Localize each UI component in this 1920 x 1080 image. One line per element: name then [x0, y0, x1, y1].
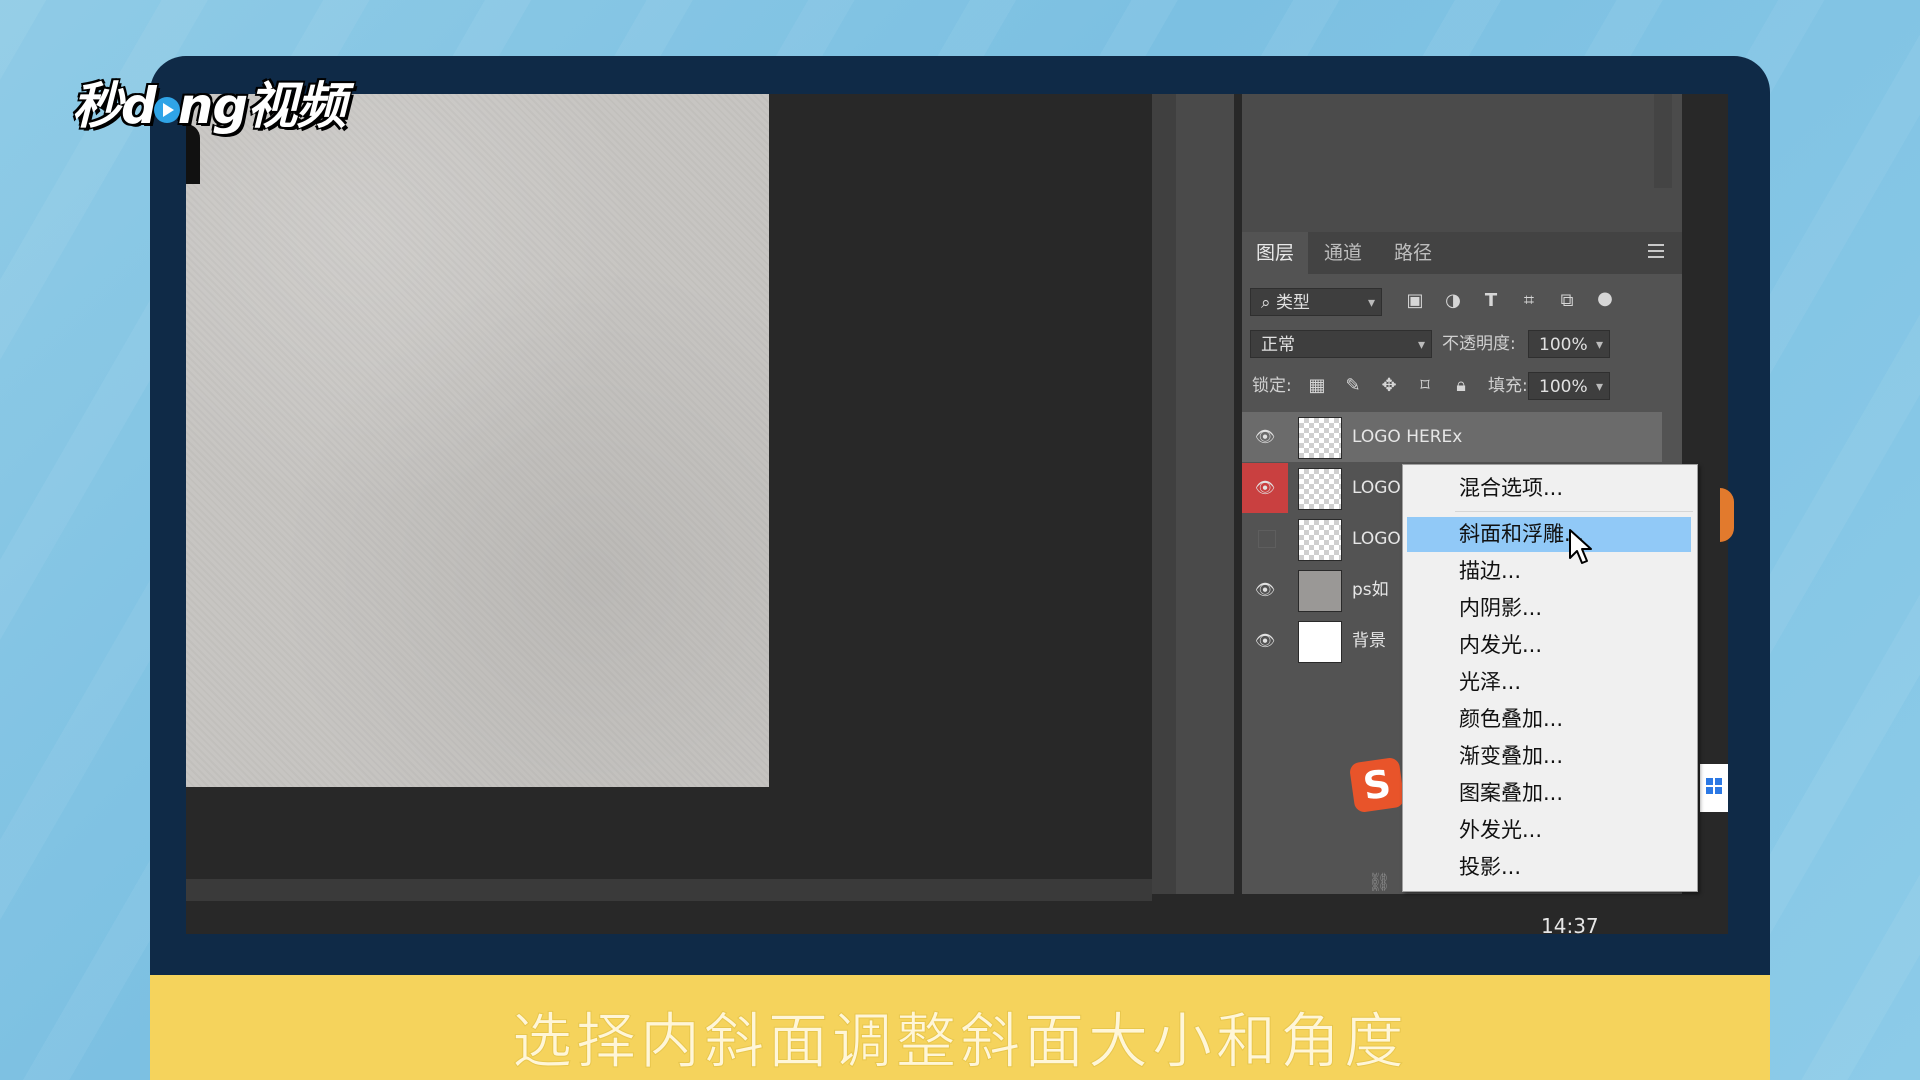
chevron-down-icon: ▾ — [1417, 337, 1425, 353]
adjustment-layer-filter-icon[interactable]: ◑ — [1442, 290, 1464, 312]
document-canvas[interactable] — [186, 94, 769, 787]
search-icon: ⌕ — [1261, 293, 1276, 313]
tab-layers[interactable]: 图层 — [1242, 232, 1308, 274]
upper-panel-scrollbar[interactable] — [1654, 94, 1672, 188]
layer-name: ps如 — [1352, 580, 1389, 600]
tab-paths[interactable]: 路径 — [1380, 232, 1446, 274]
layer-style-context-menu: 混合选项... 斜面和浮雕... 描边... 内阴影... 内发光... 光泽.… — [1402, 464, 1698, 892]
chevron-down-icon: ▾ — [1367, 295, 1375, 311]
tab-channels[interactable]: 通道 — [1310, 232, 1376, 274]
lock-pixels-brush-icon[interactable]: ✎ — [1342, 375, 1364, 397]
blend-mode-value: 正常 — [1261, 335, 1295, 355]
menu-item-inner-glow[interactable]: 内发光... — [1407, 628, 1691, 663]
panel-menu-icon[interactable] — [1648, 244, 1664, 258]
lock-label: 锁定: — [1252, 376, 1292, 396]
menu-item-bevel-emboss[interactable]: 斜面和浮雕... — [1407, 517, 1691, 552]
pixel-layer-filter-icon[interactable]: ▣ — [1404, 290, 1426, 312]
caption-text: 选择内斜面调整斜面大小和角度 — [512, 1007, 1408, 1078]
windows-icon[interactable] — [1700, 764, 1728, 812]
canvas-scrollbar[interactable] — [1152, 94, 1176, 894]
layer-thumbnail — [1298, 417, 1342, 459]
menu-item-stroke[interactable]: 描边... — [1407, 554, 1691, 589]
shape-layer-filter-icon[interactable]: ⌗ — [1518, 290, 1540, 312]
brand-text-post: ng视频 — [177, 77, 346, 135]
link-layers-icon[interactable]: ⛓ — [1368, 872, 1391, 894]
menu-item-outer-glow[interactable]: 外发光... — [1407, 813, 1691, 848]
opacity-value: 100% — [1539, 335, 1588, 355]
lock-artboard-icon[interactable]: ⌑ — [1414, 375, 1436, 397]
smart-object-filter-icon[interactable]: ⧉ — [1556, 290, 1578, 312]
eye-icon[interactable]: 👁︎ — [1252, 579, 1278, 601]
menu-item-satin[interactable]: 光泽... — [1407, 665, 1691, 700]
menu-item-drop-shadow[interactable]: 投影... — [1407, 850, 1691, 885]
opacity-label: 不透明度: — [1442, 334, 1516, 354]
caption-bar: 选择内斜面调整斜面大小和角度 — [150, 975, 1770, 1080]
menu-item-color-overlay[interactable]: 颜色叠加... — [1407, 702, 1691, 737]
fill-field[interactable]: 100% ▾ — [1528, 372, 1610, 400]
brand-text-pre: 秒d — [72, 77, 157, 135]
menu-item-blending-options[interactable]: 混合选项... — [1407, 471, 1691, 506]
layer-thumbnail — [1298, 570, 1342, 612]
lock-all-icon[interactable]: 🔒︎ — [1450, 375, 1472, 397]
eye-icon[interactable]: 👁︎ — [1252, 630, 1278, 652]
menu-item-pattern-overlay[interactable]: 图案叠加... — [1407, 776, 1691, 811]
layer-thumbnail — [1298, 621, 1342, 663]
fill-label: 填充: — [1488, 376, 1528, 396]
menu-item-gradient-overlay[interactable]: 渐变叠加... — [1407, 739, 1691, 774]
fill-value: 100% — [1539, 377, 1588, 397]
taskbar-clock: 14:37 — [1541, 914, 1599, 938]
upper-panel-area — [1242, 94, 1682, 233]
eye-icon[interactable]: 👁︎ — [1252, 426, 1278, 448]
visibility-toggle-off[interactable] — [1258, 530, 1276, 548]
canvas-horizontal-scrollbar[interactable] — [186, 879, 1152, 901]
type-layer-filter-icon[interactable]: T — [1480, 290, 1502, 312]
eye-icon[interactable]: 👁︎ — [1242, 463, 1288, 513]
brand-watermark-logo: 秒d ng视频 — [72, 66, 346, 138]
layer-thumbnail — [1298, 519, 1342, 561]
lock-transparency-icon[interactable]: ▦ — [1306, 375, 1328, 397]
chevron-down-icon: ▾ — [1595, 337, 1603, 353]
menu-item-inner-shadow[interactable]: 内阴影... — [1407, 591, 1691, 626]
blend-mode-dropdown[interactable]: 正常 ▾ — [1250, 330, 1432, 358]
menu-separator — [1455, 511, 1693, 512]
panel-tabs: 图层 通道 路径 — [1242, 232, 1682, 274]
filter-toggle-icon[interactable]: ● — [1594, 288, 1616, 310]
opacity-field[interactable]: 100% ▾ — [1528, 330, 1610, 358]
layer-thumbnail — [1298, 468, 1342, 510]
play-icon — [153, 96, 180, 123]
chevron-down-icon: ▾ — [1595, 379, 1603, 395]
orange-circle-icon — [1720, 488, 1734, 542]
lock-position-move-icon[interactable]: ✥ — [1378, 375, 1400, 397]
layer-name: 背景 — [1352, 631, 1386, 651]
panel-dock-strip — [1176, 94, 1234, 894]
filter-kind-dropdown[interactable]: ⌕ 类型 ▾ — [1250, 288, 1382, 316]
layer-name: LOGO HEREx — [1352, 427, 1463, 447]
layer-row[interactable]: 👁︎ LOGO HEREx — [1242, 412, 1662, 462]
sohu-app-icon[interactable]: S — [1348, 756, 1406, 814]
layer-name: LOGO — [1352, 529, 1401, 549]
filter-kind-label: 类型 — [1275, 293, 1310, 313]
layer-name: LOGO — [1352, 478, 1401, 498]
